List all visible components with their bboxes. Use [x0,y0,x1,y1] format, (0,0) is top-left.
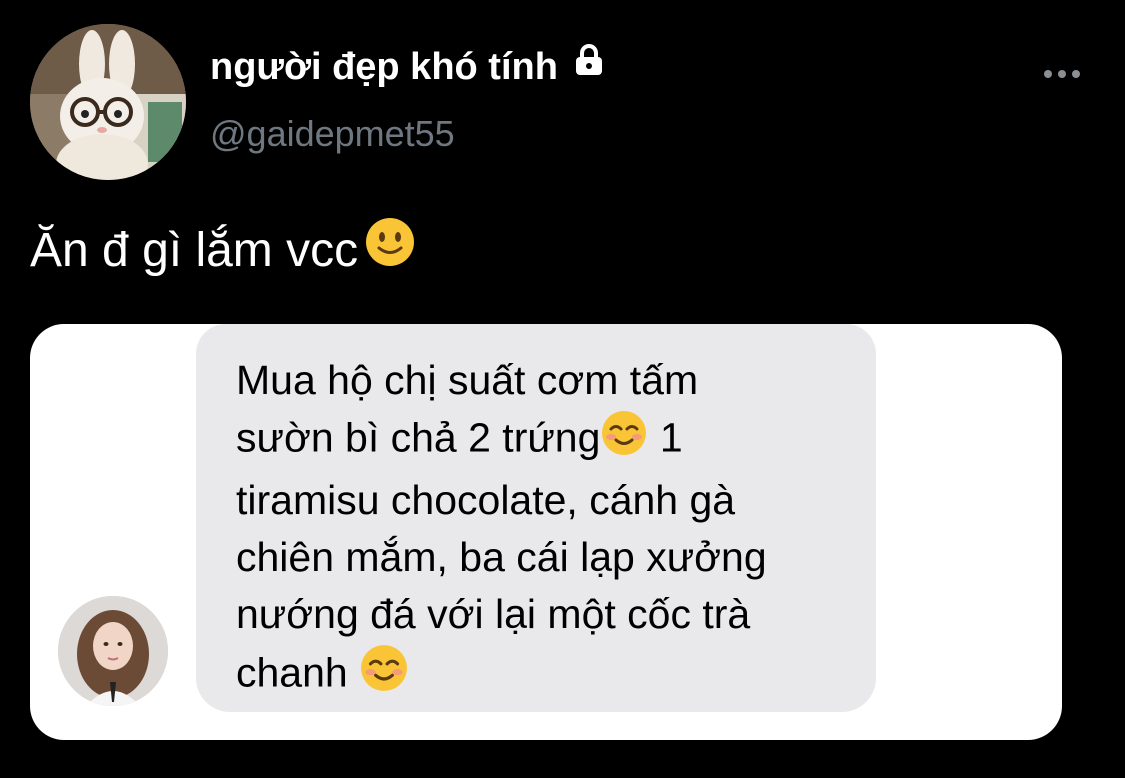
message-line-1: Mua hộ chị suất cơm tấm [236,357,699,403]
girl-portrait-avatar-icon [58,596,168,706]
message-line-5: nướng đá với lại một cốc trà [236,591,751,637]
message-line-6: chanh [236,649,348,696]
author-display-name[interactable]: người đẹp khó tính [210,42,606,90]
message-line-4: chiên mắm, ba cái lạp xưởng [236,534,767,580]
display-name-text: người đẹp khó tính [210,46,558,88]
tweet-text-content: Ăn đ gì lắm vcc [30,224,359,277]
message-text: Mua hộ chị suất cơm tấm sườn bì chả 2 tr… [236,352,856,708]
smiling-face-icon [600,409,648,472]
sender-avatar [58,596,168,706]
message-line-2b: 1 [659,414,683,461]
author-avatar[interactable] [30,24,186,180]
tweet-text: Ăn đ gì lắm vcc [30,218,416,282]
message-bubble: Mua hộ chị suất cơm tấm sườn bì chả 2 tr… [196,324,876,712]
plush-bunny-avatar-icon [30,24,186,180]
author-handle[interactable]: @gaidepmet55 [210,112,455,156]
smiling-face-icon [359,643,409,708]
lock-icon [572,42,606,88]
message-line-3: tiramisu chocolate, cánh gà [236,477,736,523]
message-line-2: sườn bì chả 2 trứng [236,414,601,461]
quoted-message-card[interactable]: Mua hộ chị suất cơm tấm sườn bì chả 2 tr… [30,324,1062,740]
slightly-smiling-face-icon [364,216,416,282]
more-options-button[interactable] [1040,62,1084,86]
more-dots-icon [1044,70,1080,78]
